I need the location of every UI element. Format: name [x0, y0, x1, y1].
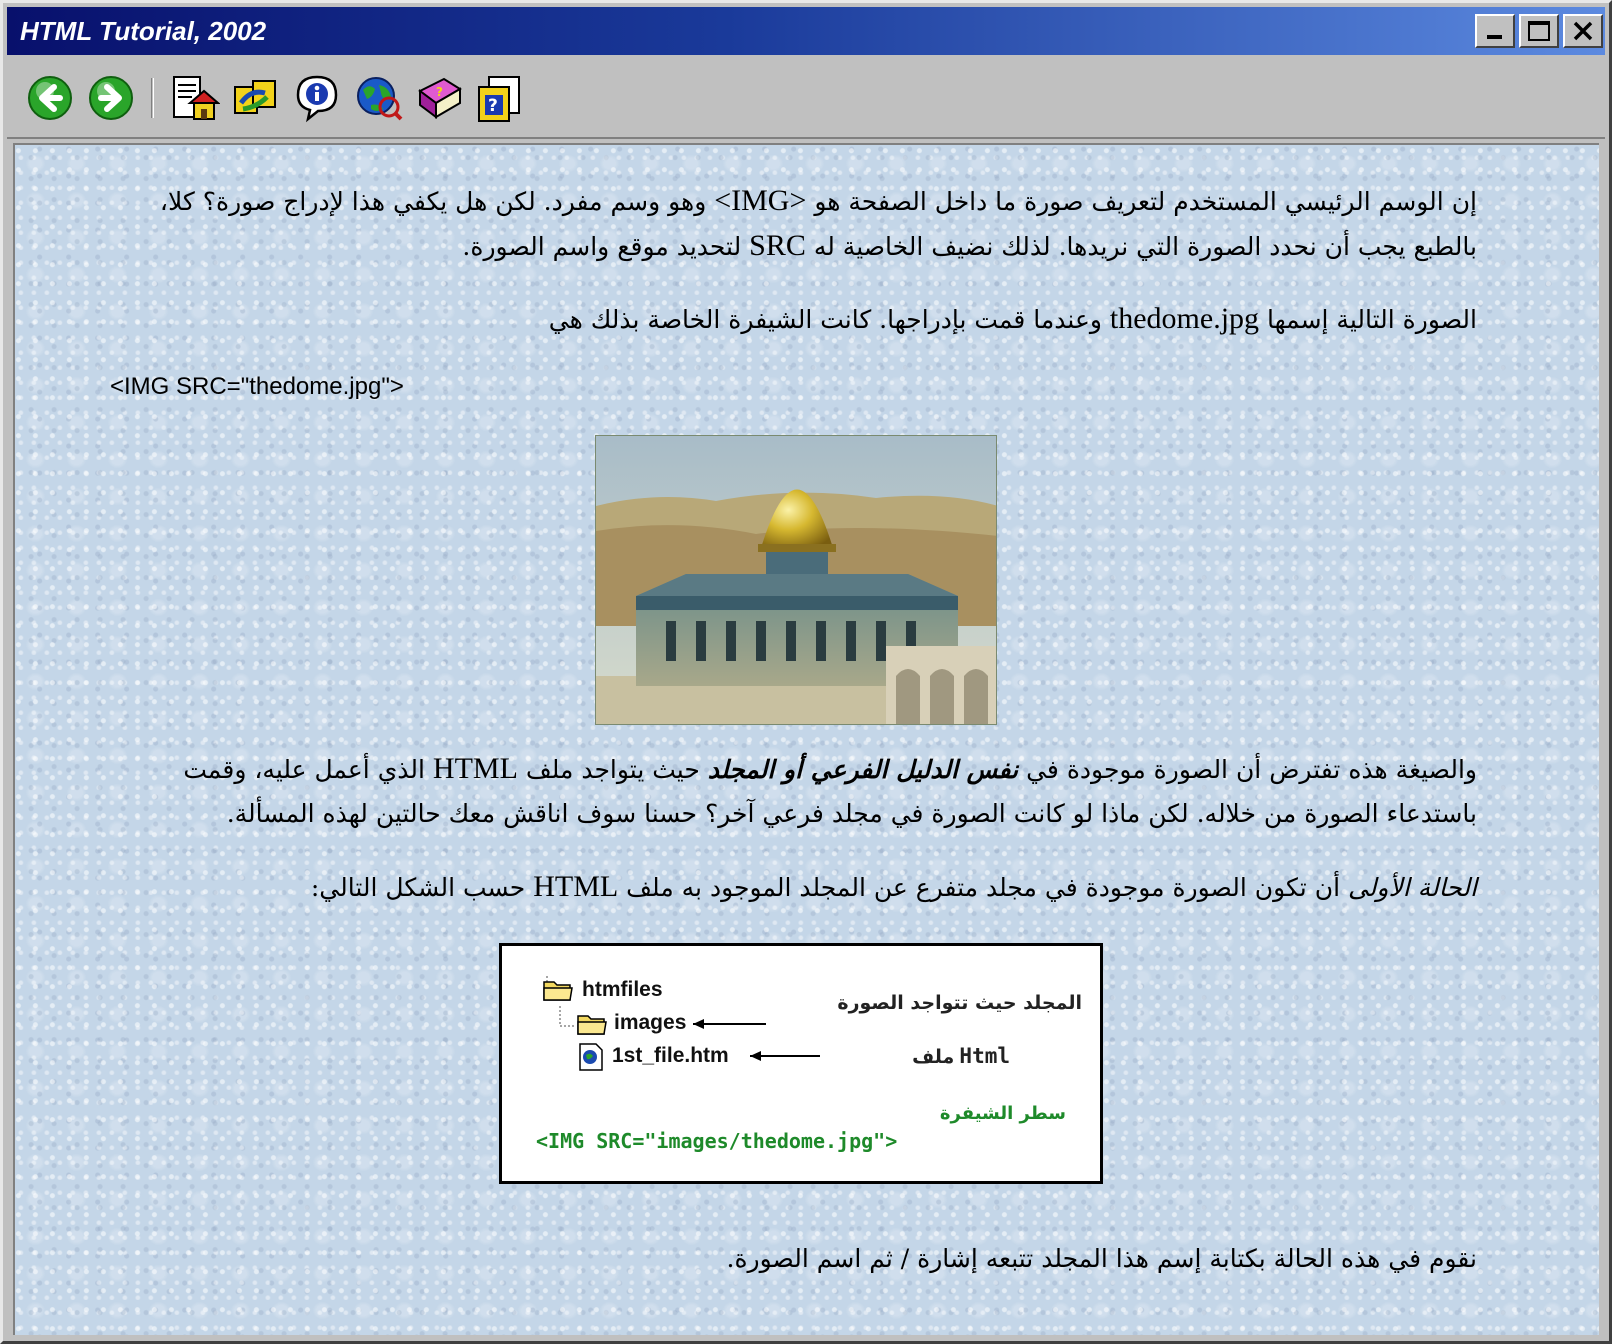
- html-file-icon: [579, 1043, 603, 1071]
- image-filename: thedome.jpg: [1109, 302, 1260, 335]
- title-bar[interactable]: HTML Tutorial, 2002: [7, 7, 1605, 55]
- diagram-code-line: <IMG SRC="images/thedome.jpg">: [536, 1129, 898, 1153]
- intro-line-1: إن الوسم الرئيسي المستخدم لتعريف صورة ما…: [159, 184, 1477, 217]
- intro-line-2: بالطبع يجب أن نحدد الصورة التي نريدها. ل…: [462, 229, 1477, 262]
- forward-arrow-icon: [89, 76, 133, 120]
- book-button[interactable]: ?: [414, 71, 464, 125]
- maximize-icon: [1528, 21, 1550, 41]
- intro-paragraph: إن الوسم الرئيسي المستخدم لتعريف صورة ما…: [15, 179, 1477, 269]
- web-button[interactable]: [353, 71, 403, 125]
- help-document-icon: ?: [478, 76, 520, 122]
- same-folder-paragraph: والصيغة هذه تفترض أن الصورة موجودة في نف…: [15, 747, 1477, 836]
- code-example-img-tag: <IMG SRC="thedome.jpg">: [110, 373, 404, 400]
- same-folder-emphasis: نفس الدليل الفرعي أو المجلد: [707, 755, 1019, 784]
- image-intro-paragraph: الصورة التالية إسمها thedome.jpg وعندما …: [548, 302, 1477, 335]
- back-button[interactable]: [25, 71, 75, 125]
- html-file-label: 1st_file.htm: [612, 1044, 729, 1067]
- minimize-icon: [1487, 35, 1502, 39]
- img-tag-text: <IMG>: [714, 184, 807, 217]
- folder-structure-diagram: htmfiles images 1st_file.htm المجلد حيث …: [499, 943, 1103, 1184]
- root-folder-label: htmfiles: [582, 978, 663, 1001]
- svg-text:?: ?: [436, 85, 443, 99]
- html-term: HTML: [432, 752, 518, 785]
- images-folder-label: images: [614, 1011, 687, 1034]
- dome-of-the-rock-image: [596, 436, 996, 724]
- toolbar-separator: [151, 78, 154, 118]
- home-button[interactable]: [170, 71, 220, 125]
- code-line-label: سطر الشيفرة: [939, 1103, 1066, 1124]
- html-term: HTML: [533, 870, 619, 903]
- src-attribute-text: SRC: [749, 229, 806, 262]
- close-icon: [1573, 21, 1593, 41]
- same-folder-line-2: باستدعاء الصورة من خلاله. لكن ماذا لو كا…: [226, 799, 1477, 828]
- tutorial-content[interactable]: إن الوسم الرئيسي المستخدم لتعريف صورة ما…: [13, 143, 1599, 1335]
- svg-text:?: ?: [488, 96, 498, 116]
- window-title: HTML Tutorial, 2002: [20, 15, 267, 46]
- root-folder-icon: [543, 981, 573, 1001]
- home-page-icon: [173, 76, 220, 120]
- links-button[interactable]: [231, 71, 281, 125]
- info-button[interactable]: [292, 71, 342, 125]
- minimize-button[interactable]: [1475, 14, 1515, 48]
- first-case-paragraph: الحالة الأولى أن تكون الصورة موجودة في م…: [310, 870, 1477, 903]
- maximize-button[interactable]: [1519, 14, 1559, 48]
- back-arrow-icon: [28, 76, 72, 120]
- links-icon: [234, 80, 276, 114]
- first-case-label: الحالة الأولى: [1347, 873, 1477, 902]
- folder-note-label: المجلد حيث تتواجد الصورة: [837, 992, 1082, 1014]
- same-folder-line-1: والصيغة هذه تفترض أن الصورة موجودة في نف…: [183, 752, 1477, 785]
- dome-photo: [595, 435, 997, 725]
- info-icon: [296, 75, 338, 123]
- close-button[interactable]: [1563, 14, 1603, 48]
- toolbar: ? ?: [7, 59, 1605, 139]
- help-button[interactable]: ?: [475, 71, 525, 125]
- first-case-explanation: نقوم في هذه الحالة بكتابة إسم هذا المجلد…: [726, 1244, 1477, 1273]
- file-note-label: ملف Html: [912, 1044, 1010, 1068]
- application-window: HTML Tutorial, 2002 ? ? إن الوسم الرئيسي…: [0, 0, 1612, 1344]
- images-folder-icon: [577, 1015, 607, 1035]
- forward-button[interactable]: [86, 71, 136, 125]
- web-globe-icon: [357, 77, 403, 121]
- book-icon: ?: [418, 77, 462, 119]
